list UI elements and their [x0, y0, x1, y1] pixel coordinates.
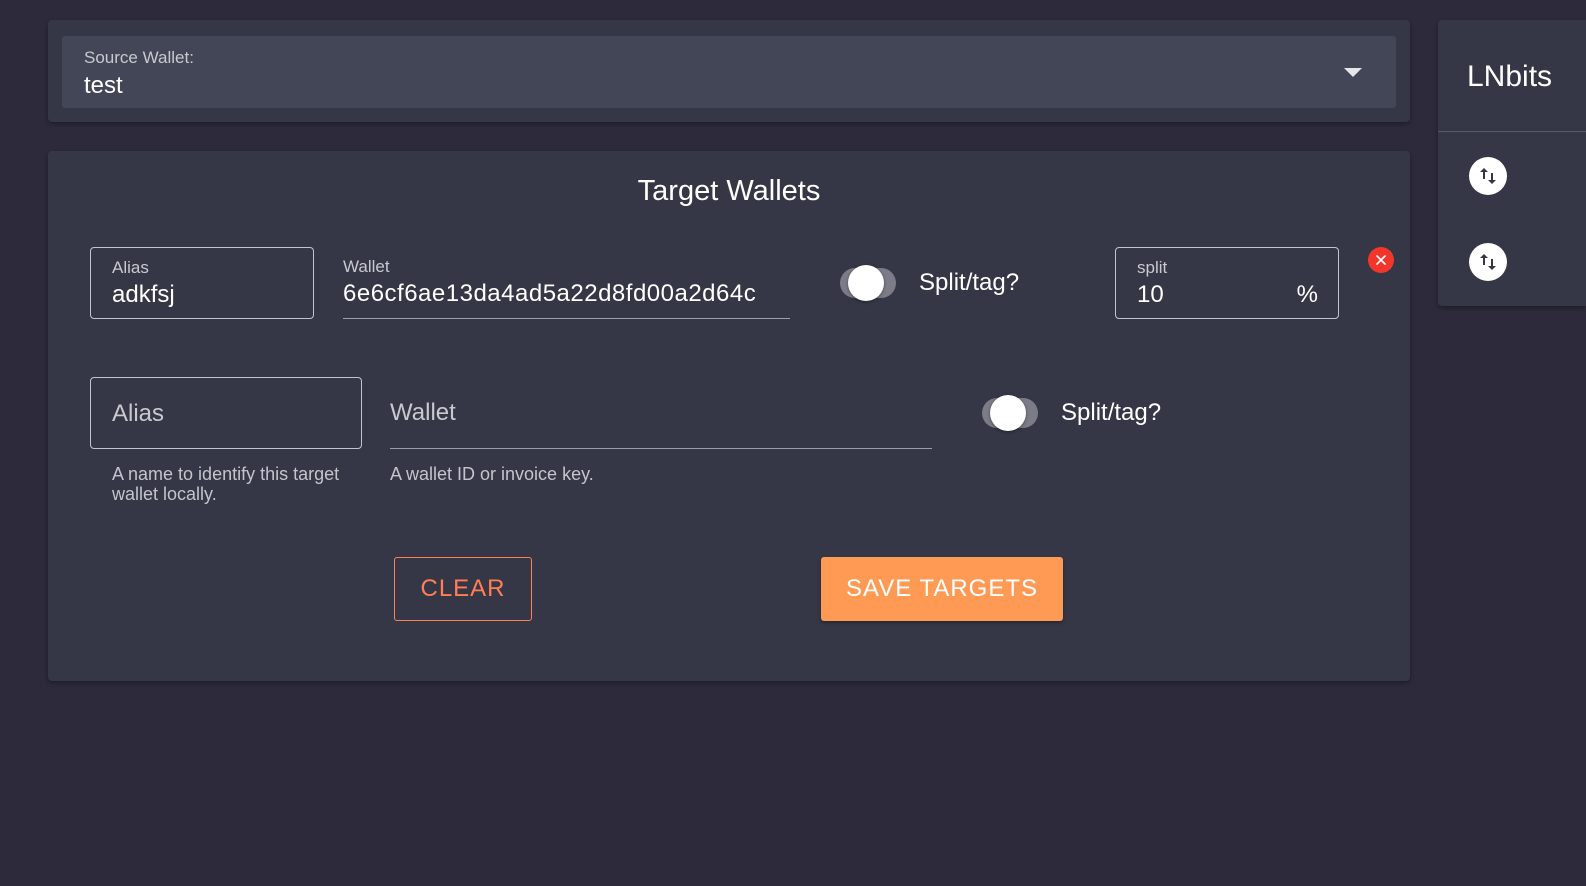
- swap-vertical-icon[interactable]: [1469, 243, 1507, 281]
- alias-hint: A name to identify this target wallet lo…: [112, 464, 340, 504]
- alias-placeholder: Alias: [112, 400, 165, 427]
- toggle-knob: [990, 395, 1026, 431]
- alias-field-2[interactable]: Alias: [90, 377, 362, 449]
- wallet-field-2[interactable]: Wallet: [390, 377, 932, 449]
- target-wallets-card: Target Wallets Alias adkfsj Wallet 6e6cf…: [48, 151, 1410, 681]
- source-wallet-select[interactable]: Source Wallet: test: [62, 36, 1396, 108]
- toggle-knob: [848, 265, 884, 301]
- percent-suffix: %: [1296, 281, 1318, 308]
- source-wallet-value: test: [84, 72, 123, 99]
- split-value: 10: [1137, 281, 1164, 308]
- card-title: Target Wallets: [637, 175, 821, 207]
- page: Source Wallet: test Target Wallets Alias…: [0, 0, 1586, 886]
- swap-vertical-icon[interactable]: [1469, 157, 1507, 195]
- clear-button[interactable]: CLEAR: [394, 557, 532, 621]
- close-icon: [1376, 255, 1386, 265]
- chevron-down-icon[interactable]: [1344, 68, 1362, 77]
- swap-arrows-glyph: [1480, 168, 1496, 184]
- alias-label: Alias: [112, 258, 149, 277]
- save-targets-button[interactable]: SAVE TARGETS: [821, 557, 1063, 621]
- wallet-field-1[interactable]: Wallet 6e6cf6ae13da4ad5a22d8fd00a2d64c: [343, 247, 790, 319]
- lnbits-panel: LNbits: [1438, 20, 1586, 306]
- source-wallet-card: Source Wallet: test: [48, 20, 1410, 122]
- split-toggle-1[interactable]: [838, 263, 898, 303]
- lnbits-title: LNbits: [1467, 60, 1553, 93]
- source-wallet-label: Source Wallet:: [84, 48, 194, 67]
- wallet-label: Wallet: [343, 257, 390, 276]
- panel-divider: [1438, 131, 1586, 132]
- split-toggle-label-1: Split/tag?: [919, 269, 1020, 296]
- alias-value: adkfsj: [112, 281, 175, 308]
- swap-arrows-glyph: [1480, 254, 1496, 270]
- wallet-placeholder: Wallet: [390, 399, 456, 426]
- split-toggle-label-2: Split/tag?: [1061, 399, 1162, 426]
- split-label: split: [1137, 258, 1168, 277]
- split-field-1[interactable]: split 10 %: [1115, 247, 1339, 319]
- split-toggle-2[interactable]: [980, 393, 1040, 433]
- remove-target-button[interactable]: [1368, 247, 1394, 273]
- alias-field-1[interactable]: Alias adkfsj: [90, 247, 314, 319]
- wallet-hint: A wallet ID or invoice key.: [390, 464, 594, 484]
- wallet-value: 6e6cf6ae13da4ad5a22d8fd00a2d64c: [343, 280, 757, 307]
